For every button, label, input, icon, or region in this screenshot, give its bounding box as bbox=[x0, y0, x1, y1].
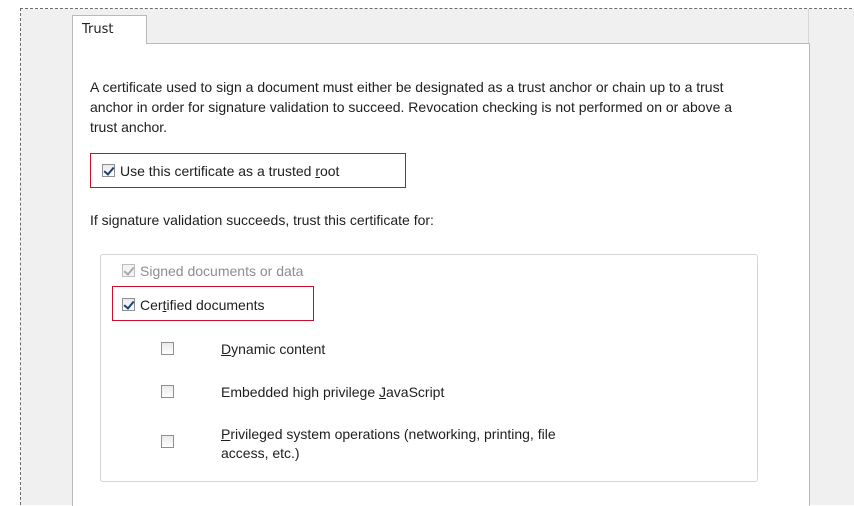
signed-documents-label: Signed documents or data bbox=[140, 263, 304, 279]
trust-for-label: If signature validation succeeds, trust … bbox=[90, 212, 434, 228]
privileged-operations-checkbox[interactable] bbox=[161, 435, 174, 448]
signed-documents-checkbox bbox=[122, 264, 135, 277]
trust-description: A certificate used to sign a document mu… bbox=[90, 79, 733, 135]
tab-trust[interactable]: Trust bbox=[72, 15, 147, 44]
selection-border-top bbox=[20, 8, 852, 9]
dynamic-content-checkbox[interactable] bbox=[161, 342, 174, 355]
trusted-root-checkbox[interactable] bbox=[102, 164, 115, 177]
trusted-root-label[interactable]: Use this certificate as a trusted root bbox=[120, 162, 339, 180]
high-privilege-js-checkbox[interactable] bbox=[161, 385, 174, 398]
tab-trust-label: Trust bbox=[82, 22, 114, 37]
certified-documents-label[interactable]: Certified documents bbox=[140, 296, 265, 314]
certified-documents-checkbox[interactable] bbox=[122, 298, 135, 311]
dynamic-content-label[interactable]: Dynamic content bbox=[221, 340, 325, 358]
high-privilege-js-label[interactable]: Embedded high privilege JavaScript bbox=[221, 383, 444, 401]
privileged-operations-label[interactable]: Privileged system operations (networking… bbox=[221, 425, 556, 463]
selection-border-left bbox=[20, 8, 21, 505]
